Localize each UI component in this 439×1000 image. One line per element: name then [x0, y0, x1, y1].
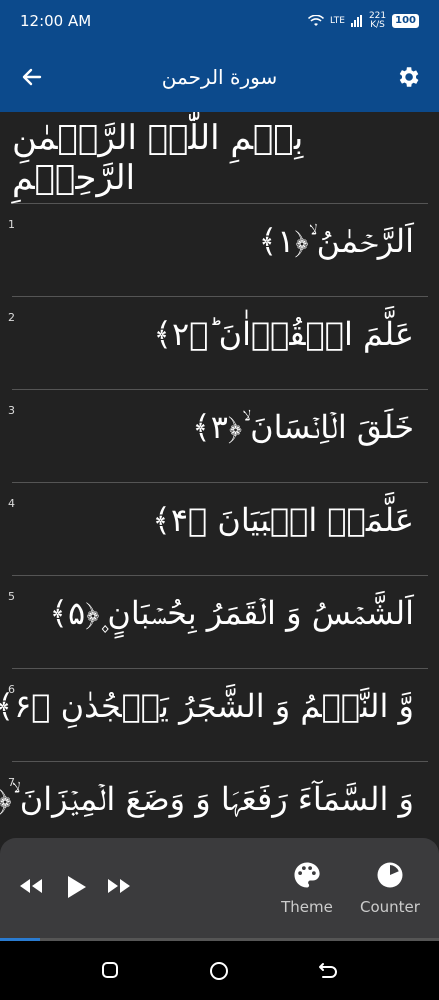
verse-number: 4	[8, 497, 15, 510]
verse-row[interactable]: 4 عَلَّمَہُ الۡبَیَانَ ﴿۴﴾	[8, 483, 428, 576]
surah-content[interactable]: بِسۡمِ اللّٰہِ الرَّحۡمٰنِ الرَّحِیۡمِ 1…	[0, 112, 439, 842]
timer-icon	[377, 862, 403, 888]
verse-number: 1	[8, 218, 15, 231]
verse-row[interactable]: 5 اَلشَّمۡسُ وَ الۡقَمَرُ بِحُسۡبَانٍ ۪﴿…	[8, 576, 428, 669]
recents-icon	[102, 962, 118, 978]
signal-icon	[350, 15, 362, 27]
bismillah: بِسۡمِ اللّٰہِ الرَّحۡمٰنِ الرَّحِیۡمِ	[12, 112, 428, 204]
play-button[interactable]	[64, 874, 88, 900]
rewind-icon	[20, 879, 42, 893]
back-button[interactable]	[318, 961, 338, 983]
verse-row[interactable]: 7 وَ السَّمَآءَ رَفَعَہَا وَ وَضَعَ الۡم…	[0, 762, 428, 842]
verse-text: عَلَّمَ الۡقُرۡاٰنَ ؕ﴿۲﴾	[153, 315, 414, 353]
verse-row[interactable]: 1 اَلرَّحۡمٰنُ ۙ﴿۱﴾	[8, 204, 428, 297]
verse-row[interactable]: 3 خَلَقَ الۡاِنۡسَانَ ۙ﴿۳﴾	[8, 390, 428, 483]
verse-text: اَلرَّحۡمٰنُ ۙ﴿۱﴾	[258, 222, 414, 260]
app-bar: سورة الرحمن	[0, 42, 439, 112]
network-speed: 221 K/S	[368, 11, 387, 30]
verse-text: خَلَقَ الۡاِنۡسَانَ ۙ﴿۳﴾	[191, 408, 414, 446]
verse-number: 5	[8, 590, 15, 603]
wifi-icon	[307, 15, 324, 26]
verse-text: عَلَّمَہُ الۡبَیَانَ ﴿۴﴾	[152, 501, 414, 539]
fast-forward-icon	[108, 879, 130, 893]
back-nav-icon	[319, 963, 337, 978]
gear-icon[interactable]	[395, 64, 421, 90]
status-bar: 12:00 AM LTE 221 K/S 100	[0, 0, 439, 42]
arrow-left-icon[interactable]	[20, 65, 44, 89]
system-nav-bar	[0, 941, 439, 1000]
rewind-button[interactable]	[18, 874, 44, 898]
verse-text: وَ السَّمَآءَ رَفَعَہَا وَ وَضَعَ الۡمِی…	[0, 780, 414, 818]
status-time: 12:00 AM	[20, 12, 92, 30]
theme-button[interactable]: Theme	[274, 860, 340, 916]
audio-player: Theme Counter	[0, 838, 439, 938]
verse-number: 2	[8, 311, 15, 324]
network-type: LTE	[329, 16, 345, 26]
play-icon	[68, 876, 86, 898]
theme-label: Theme	[281, 898, 333, 916]
verse-number: 3	[8, 404, 15, 417]
home-icon	[210, 962, 228, 980]
recents-button[interactable]	[101, 961, 119, 983]
verse-text: اَلشَّمۡسُ وَ الۡقَمَرُ بِحُسۡبَانٍ ۪﴿۵﴾	[49, 594, 414, 632]
counter-label: Counter	[360, 898, 420, 916]
battery-level: 100	[392, 14, 419, 28]
verse-row[interactable]: 6 وَّ النَّجۡمُ وَ الشَّجَرُ یَسۡجُدٰنِ …	[0, 669, 428, 762]
verse-row[interactable]: 2 عَلَّمَ الۡقُرۡاٰنَ ؕ﴿۲﴾	[8, 297, 428, 390]
palette-icon	[294, 862, 320, 888]
page-title: سورة الرحمن	[161, 65, 278, 89]
fast-forward-button[interactable]	[106, 874, 132, 898]
counter-button[interactable]: Counter	[354, 860, 426, 916]
status-icons: LTE 221 K/S 100	[307, 11, 419, 30]
home-button[interactable]	[209, 961, 229, 985]
verse-text: وَّ النَّجۡمُ وَ الشَّجَرُ یَسۡجُدٰنِ ﴿۶…	[0, 687, 414, 725]
